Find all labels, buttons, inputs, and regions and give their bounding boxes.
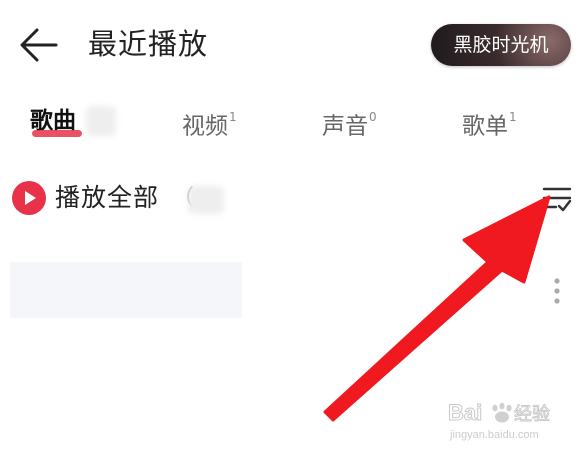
more-vertical-icon[interactable] bbox=[550, 276, 564, 306]
active-tab-indicator bbox=[32, 130, 82, 137]
baidu-jingyan-watermark: Bai 经验 jingyan.baidu.com bbox=[448, 400, 550, 442]
tab-playlists[interactable]: 歌单1 bbox=[462, 104, 517, 144]
tab-videos-count: 1 bbox=[229, 110, 237, 124]
tab-audio[interactable]: 声音0 bbox=[322, 104, 377, 144]
svg-text:经验: 经验 bbox=[514, 404, 550, 425]
tab-audio-count: 0 bbox=[369, 110, 377, 124]
recent-plays-screen: 最近播放 黑胶时光机 歌曲 视频1 声音0 歌单1 播放全部 （ Bai 经验 … bbox=[0, 0, 586, 452]
tab-audio-label: 声音 bbox=[322, 113, 368, 140]
play-all-label[interactable]: 播放全部 bbox=[55, 181, 159, 215]
tab-playlists-label: 歌单 bbox=[462, 113, 508, 140]
arrow-left-icon[interactable] bbox=[20, 28, 58, 62]
sort-list-icon[interactable] bbox=[542, 185, 572, 213]
play-all-count-blurred bbox=[188, 186, 224, 214]
svg-text:Bai: Bai bbox=[448, 400, 482, 425]
page-title: 最近播放 bbox=[88, 27, 209, 61]
tab-songs-count-blurred bbox=[86, 106, 116, 136]
svg-text:jingyan.baidu.com: jingyan.baidu.com bbox=[449, 429, 539, 441]
tab-videos-label: 视频 bbox=[182, 113, 228, 140]
vinyl-time-machine-button[interactable]: 黑胶时光机 bbox=[431, 24, 571, 66]
tab-playlists-count: 1 bbox=[509, 110, 517, 124]
play-circle-icon[interactable] bbox=[11, 180, 47, 216]
annotation-arrow bbox=[323, 195, 551, 422]
tab-videos[interactable]: 视频1 bbox=[182, 104, 237, 144]
song-list-item[interactable] bbox=[10, 262, 242, 318]
